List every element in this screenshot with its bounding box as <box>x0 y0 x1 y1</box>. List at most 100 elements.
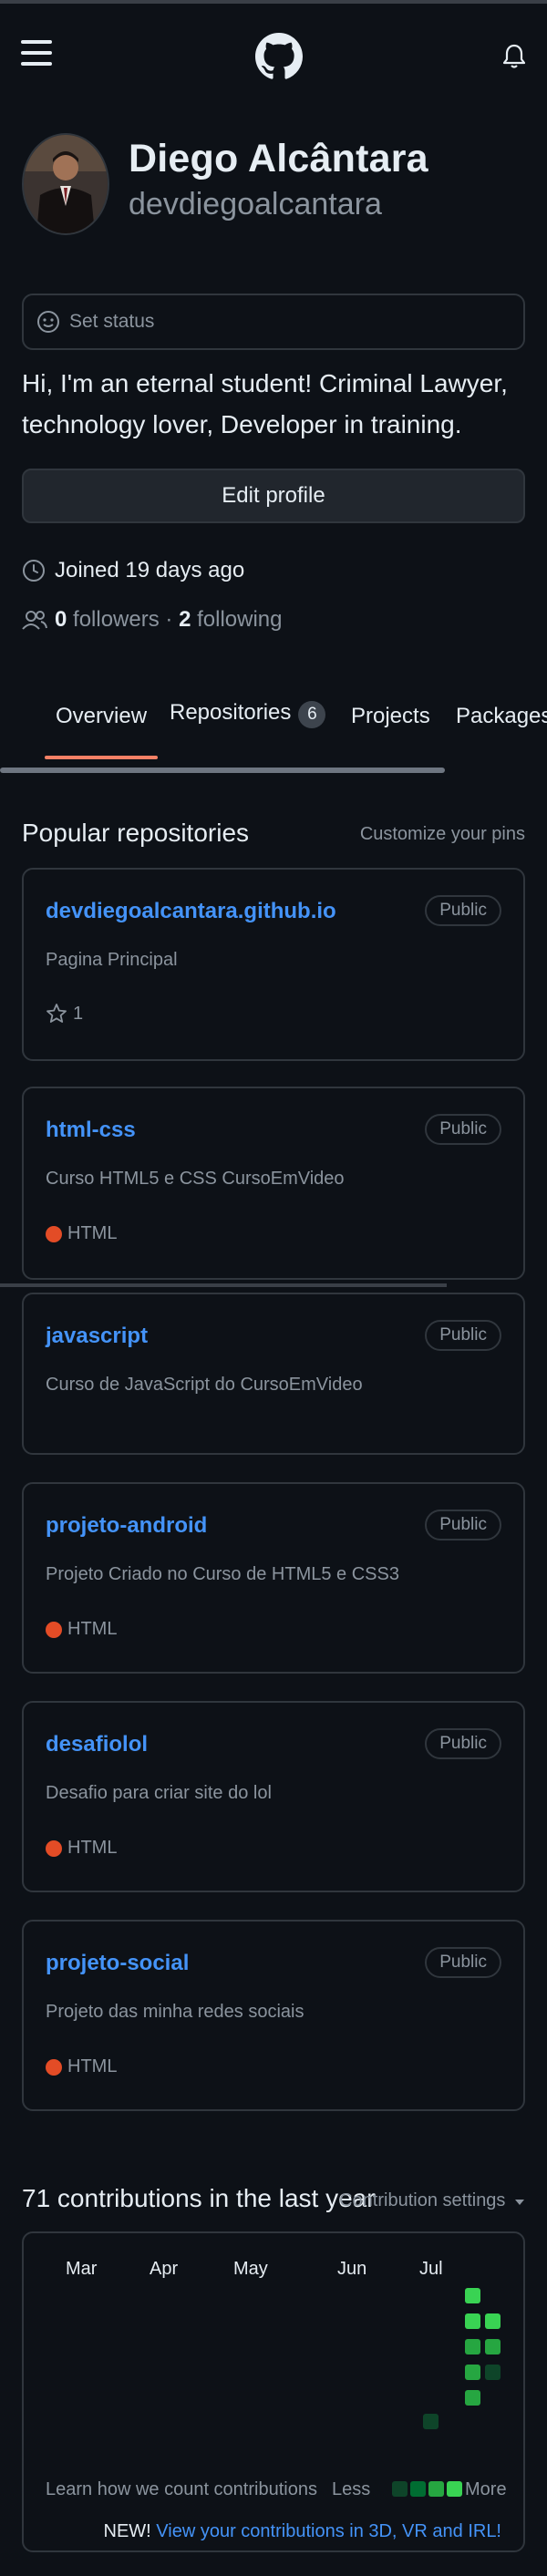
legend-cell <box>392 2481 408 2497</box>
repositories-counter: 6 <box>298 701 326 728</box>
month-label: Jul <box>419 2259 443 2279</box>
new-3d-banner: NEW! View your contributions in 3D, VR a… <box>104 2521 502 2542</box>
contribution-day[interactable] <box>465 2390 480 2406</box>
top-border <box>0 0 547 4</box>
month-label: May <box>233 2259 268 2279</box>
visibility-badge: Public <box>425 1510 501 1540</box>
contribution-day[interactable] <box>465 2339 480 2354</box>
bell-icon[interactable] <box>496 38 532 75</box>
language-label: HTML <box>67 1838 118 1858</box>
repo-description: Curso HTML5 e CSS CursoEmVideo <box>46 1169 345 1189</box>
legend-cell <box>428 2481 444 2497</box>
language-color-dot <box>46 1225 62 1242</box>
follow-separator: · <box>165 607 173 632</box>
popular-repos-title: Popular repositories <box>22 819 250 847</box>
repo-language: HTML <box>46 1838 117 1859</box>
hamburger-menu-icon[interactable] <box>18 35 55 71</box>
visibility-badge: Public <box>425 895 501 926</box>
legend-cell <box>447 2481 462 2497</box>
following-count[interactable]: 2 <box>179 607 191 633</box>
tab-packages[interactable]: Packages <box>456 704 547 729</box>
contribution-settings-label: Contribution settings <box>339 2190 506 2210</box>
contribution-day[interactable] <box>485 2313 501 2329</box>
legend-cell <box>410 2481 426 2497</box>
repo-description: Projeto das minha redes sociais <box>46 2002 304 2022</box>
follow-info: 0 followers · 2 following <box>22 607 283 633</box>
contribution-day[interactable] <box>485 2365 501 2380</box>
contribution-graph: Mar Apr May Jun Jul Learn how we count c… <box>22 2231 525 2552</box>
tab-packages-label: Packages <box>456 704 547 728</box>
contributions-title: 71 contributions in the last year <box>22 2184 376 2212</box>
repo-language: HTML <box>46 2056 117 2077</box>
repo-description: Curso de JavaScript do CursoEmVideo <box>46 1375 363 1395</box>
set-status-label: Set status <box>69 311 155 332</box>
people-icon <box>22 609 47 631</box>
joined-info: Joined 19 days ago <box>22 558 244 583</box>
contribution-day[interactable] <box>465 2365 480 2380</box>
contribution-day[interactable] <box>485 2339 501 2354</box>
repo-description: Desafio para criar site do lol <box>46 1783 272 1803</box>
new-label: NEW! <box>103 2521 151 2541</box>
profile-tabs: Overview Repositories 6 Projects Packages <box>0 684 547 759</box>
screenshot-seam <box>0 1283 447 1287</box>
month-label: Jun <box>337 2259 367 2279</box>
month-label: Apr <box>150 2259 179 2279</box>
repo-link[interactable]: desafiolol <box>46 1732 148 1757</box>
repo-stars[interactable]: 1 <box>46 1003 83 1025</box>
visibility-badge: Public <box>425 1320 501 1351</box>
repo-language: HTML <box>46 1619 117 1640</box>
repo-card: desafiolol Public Desafio para criar sit… <box>22 1701 525 1892</box>
language-color-dot <box>46 1839 62 1857</box>
month-label: Mar <box>66 2259 98 2279</box>
star-count: 1 <box>73 1003 84 1024</box>
smiley-icon <box>36 310 60 334</box>
repo-card: projeto-android Public Projeto Criado no… <box>22 1482 525 1674</box>
tab-projects[interactable]: Projects <box>351 704 430 729</box>
repo-link[interactable]: projeto-social <box>46 1951 189 1976</box>
repo-link[interactable]: html-css <box>46 1118 136 1143</box>
repo-description: Pagina Principal <box>46 950 178 970</box>
contribution-settings-button[interactable]: Contribution settings <box>339 2190 525 2211</box>
repo-card: html-css Public Curso HTML5 e CSS CursoE… <box>22 1087 525 1280</box>
tab-repositories[interactable]: Repositories 6 <box>170 700 326 728</box>
contribution-day[interactable] <box>465 2288 480 2303</box>
github-octocat-icon[interactable] <box>253 31 304 82</box>
repo-link[interactable]: projeto-android <box>46 1513 207 1539</box>
contribution-day[interactable] <box>465 2313 480 2329</box>
followers-link[interactable]: followers <box>73 607 160 633</box>
language-color-dot <box>46 2058 62 2076</box>
language-label: HTML <box>67 1619 118 1639</box>
learn-contributions-link[interactable]: Learn how we count contributions <box>46 2479 317 2500</box>
tab-projects-label: Projects <box>351 704 430 728</box>
tabs-scrollbar[interactable] <box>0 768 445 773</box>
legend-more-label: More <box>465 2479 507 2499</box>
repo-link[interactable]: javascript <box>46 1324 148 1349</box>
avatar[interactable] <box>22 133 109 235</box>
visibility-badge: Public <box>425 1728 501 1759</box>
repo-card: devdiegoalcantara.github.io Public Pagin… <box>22 868 525 1061</box>
profile-bio: Hi, I'm an eternal student! Criminal Law… <box>22 369 508 438</box>
repo-card: javascript Public Curso de JavaScript do… <box>22 1293 525 1455</box>
view-3d-link[interactable]: View your contributions in 3D, VR and IR… <box>156 2521 501 2541</box>
language-label: HTML <box>67 2056 118 2076</box>
edit-profile-button[interactable]: Edit profile <box>22 469 525 523</box>
language-label: HTML <box>67 1223 118 1243</box>
joined-text: Joined 19 days ago <box>55 558 245 582</box>
set-status-button[interactable]: Set status <box>22 294 525 350</box>
clock-icon <box>22 559 46 582</box>
legend-less-label: Less <box>332 2479 371 2499</box>
following-link[interactable]: following <box>197 607 282 633</box>
repo-link[interactable]: devdiegoalcantara.github.io <box>46 899 336 924</box>
visibility-badge: Public <box>425 1947 501 1978</box>
followers-count[interactable]: 0 <box>55 607 67 633</box>
caret-down-icon <box>514 2190 525 2211</box>
customize-pins-link[interactable]: Customize your pins <box>360 824 525 845</box>
tab-overview[interactable]: Overview <box>44 704 159 759</box>
repo-description: Projeto Criado no Curso de HTML5 e CSS3 <box>46 1564 399 1584</box>
profile-login: devdiegoalcantara <box>129 187 382 222</box>
tab-repositories-label: Repositories <box>170 700 292 725</box>
star-icon <box>46 1003 67 1025</box>
language-color-dot <box>46 1621 62 1638</box>
repo-language: HTML <box>46 1223 117 1244</box>
contribution-day[interactable] <box>423 2414 439 2429</box>
